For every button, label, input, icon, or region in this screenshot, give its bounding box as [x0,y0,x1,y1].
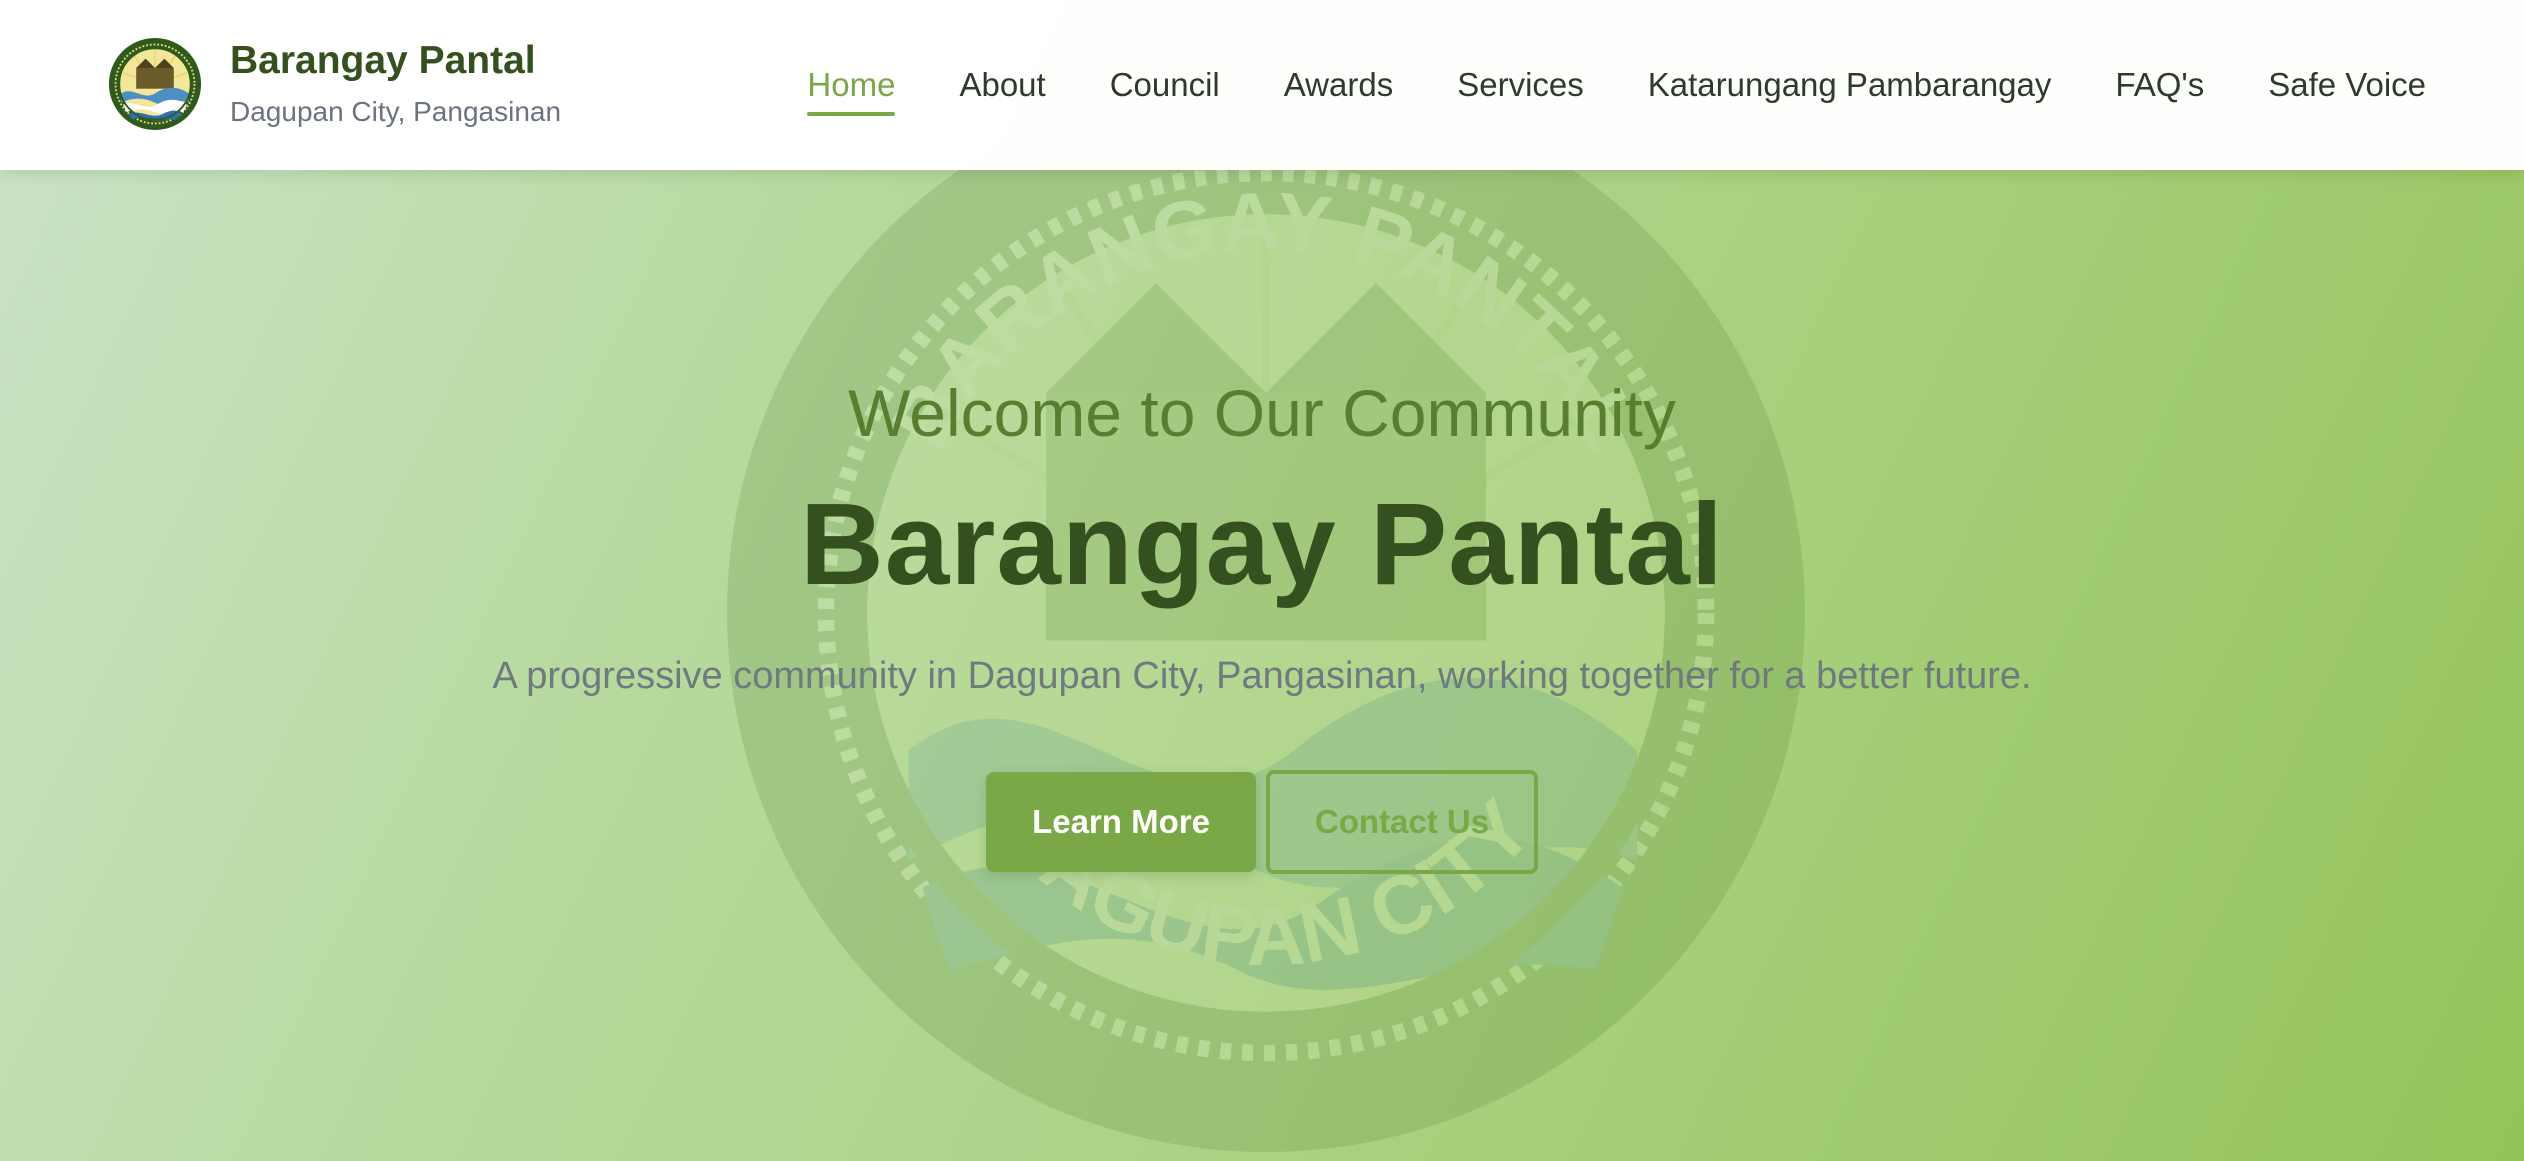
contact-us-button[interactable]: Contact Us [1266,770,1538,874]
brand-text: Barangay Pantal Dagupan City, Pangasinan [230,37,561,131]
main-nav: Home About Council Awards Services Katar… [807,0,2426,170]
nav-home[interactable]: Home [807,58,896,116]
barangay-seal-icon[interactable] [108,37,202,131]
site-header: Barangay Pantal Dagupan City, Pangasinan… [0,0,2524,170]
hero-title: Barangay Pantal [799,479,1725,609]
nav-about[interactable]: About [959,58,1045,112]
brand-title[interactable]: Barangay Pantal [230,37,561,85]
nav-council[interactable]: Council [1110,58,1220,112]
hero-buttons: Learn More Contact Us [0,770,2524,874]
hero-description: A progressive community in Dagupan City,… [492,655,2032,697]
hero-welcome: Welcome to Our Community [848,376,1676,450]
nav-faqs[interactable]: FAQ's [2115,58,2204,112]
brand-subtitle: Dagupan City, Pangasinan [230,96,562,127]
nav-services[interactable]: Services [1457,58,1584,112]
nav-safe-voice[interactable]: Safe Voice [2268,58,2426,112]
brand[interactable]: Barangay Pantal Dagupan City, Pangasinan [108,36,561,132]
nav-awards[interactable]: Awards [1284,58,1393,112]
hero-content: Welcome to Our Community Barangay Pantal… [0,370,2524,874]
nav-katarungang-pambarangay[interactable]: Katarungang Pambarangay [1648,58,2052,112]
learn-more-button[interactable]: Learn More [986,772,1256,872]
